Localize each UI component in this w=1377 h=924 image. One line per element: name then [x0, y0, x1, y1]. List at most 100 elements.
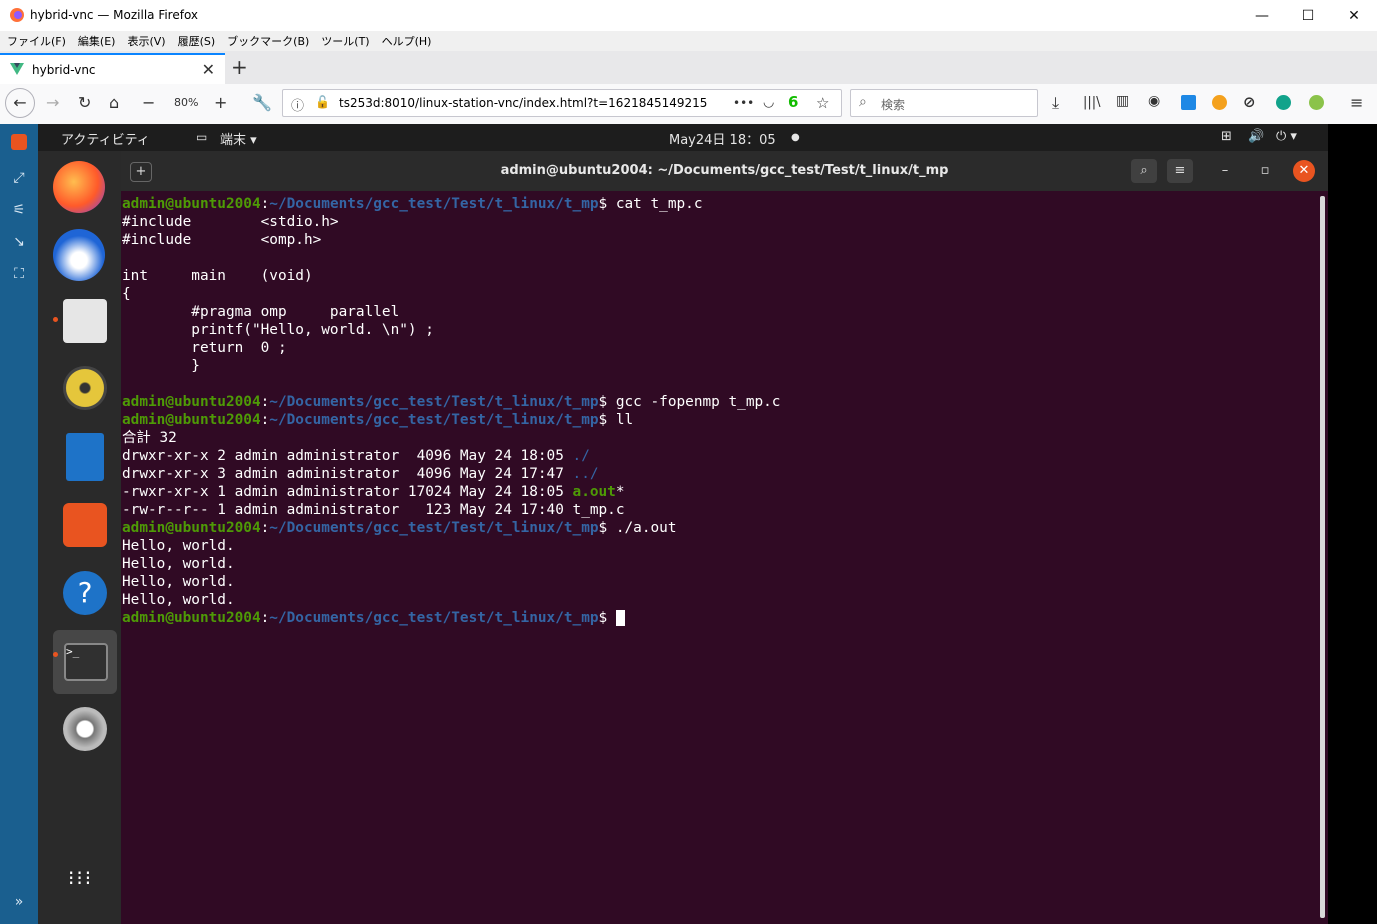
- search-icon: ⌕: [859, 94, 867, 110]
- terminal-minimize-button[interactable]: –: [1212, 159, 1238, 183]
- terminal-scrollbar[interactable]: [1320, 196, 1325, 918]
- terminal-prompt-line: admin@ubuntu2004:~/Documents/gcc_test/Te…: [122, 609, 780, 627]
- hamburger-menu-icon[interactable]: ≡: [1350, 93, 1363, 112]
- terminal-line: -rwxr-xr-x 1 admin administrator 17024 M…: [122, 484, 625, 500]
- search-placeholder: 検索: [881, 98, 906, 112]
- back-button[interactable]: ←: [5, 88, 35, 118]
- clock[interactable]: May24日 18：05: [669, 129, 776, 148]
- terminal-line: printf("Hello, world. \n") ;: [122, 322, 434, 338]
- bookmark-star-icon[interactable]: ☆: [816, 94, 829, 112]
- terminal-line: admin@ubuntu2004:~/Documents/gcc_test/Te…: [122, 520, 677, 536]
- maximize-button[interactable]: ☐: [1285, 0, 1331, 31]
- terminal-line: admin@ubuntu2004:~/Documents/gcc_test/Te…: [122, 394, 781, 410]
- network-icon[interactable]: ⊞: [1221, 129, 1232, 144]
- firefox-icon: [10, 8, 24, 22]
- power-icon[interactable]: ⏻ ▾: [1276, 129, 1297, 144]
- terminal-line: #include <omp.h>: [122, 232, 322, 248]
- terminal-line: admin@ubuntu2004:~/Documents/gcc_test/Te…: [122, 196, 703, 212]
- pocket-count[interactable]: 6: [788, 93, 798, 111]
- terminal-line: Hello, world.: [122, 574, 235, 590]
- sidebar-icon[interactable]: ▥: [1116, 93, 1129, 109]
- url-bar[interactable]: ⓘ 🔓 ts253d:8010/linux-station-vnc/index.…: [282, 89, 842, 117]
- ubuntu-topbar: アクティビティ ▭ 端末 ▾ May24日 18：05 ● ⊞ 🔊 ⏻ ▾: [38, 124, 1328, 151]
- menu-help[interactable]: ヘルプ(H): [375, 33, 437, 49]
- terminal-maximize-button[interactable]: ▫: [1252, 159, 1278, 183]
- extension-color-icon[interactable]: [1309, 95, 1324, 110]
- extension-cplus-icon[interactable]: [1212, 95, 1227, 110]
- activities-button[interactable]: アクティビティ: [61, 129, 150, 148]
- terminal-line: #include <stdio.h>: [122, 214, 339, 230]
- files-dock-icon[interactable]: [63, 299, 107, 343]
- insecure-lock-icon[interactable]: 🔓: [315, 95, 330, 109]
- terminal-line: drwxr-xr-x 3 admin administrator 4096 Ma…: [122, 466, 599, 482]
- reload-icon[interactable]: ↻: [78, 93, 91, 112]
- volume-icon[interactable]: 🔊: [1248, 129, 1264, 144]
- menu-bookmarks[interactable]: ブックマーク(B): [220, 33, 314, 49]
- extension-bi-icon[interactable]: [1181, 95, 1196, 110]
- home-icon[interactable]: ⌂: [109, 93, 119, 112]
- ubuntu-dock: ? >_ ⁝⁝⁝: [38, 151, 121, 924]
- drag-icon[interactable]: ⤢: [9, 170, 29, 190]
- running-indicator: [53, 652, 58, 657]
- wrench-icon[interactable]: 🔧: [252, 93, 272, 112]
- vue-icon: [10, 63, 24, 75]
- terminal-line: Hello, world.: [122, 538, 235, 554]
- tab-close-icon[interactable]: ✕: [202, 60, 215, 79]
- terminal-line: Hello, world.: [122, 556, 235, 572]
- tab-hybrid-vnc[interactable]: hybrid-vnc ✕: [0, 53, 225, 84]
- terminal-close-button[interactable]: ✕: [1293, 160, 1315, 182]
- show-apps-icon[interactable]: ⁝⁝⁝: [68, 868, 93, 888]
- terminal-search-icon[interactable]: ⌕: [1131, 159, 1157, 183]
- forward-button[interactable]: →: [46, 93, 59, 112]
- text-cursor: [615, 610, 625, 626]
- extension-a-icon[interactable]: [1276, 95, 1291, 110]
- account-icon[interactable]: ◉: [1148, 93, 1160, 109]
- menu-history[interactable]: 履歴(S): [171, 33, 221, 49]
- terminal-dock-icon[interactable]: >_: [64, 643, 108, 681]
- app-menu[interactable]: 端末 ▾: [220, 129, 257, 148]
- terminal-menu-icon[interactable]: ≡: [1167, 159, 1193, 183]
- terminal-line: }: [122, 358, 200, 374]
- downloads-icon[interactable]: ⤓: [1052, 93, 1059, 113]
- firefox-dock-icon[interactable]: [53, 161, 105, 213]
- menu-file[interactable]: ファイル(F): [0, 33, 71, 49]
- help-dock-icon[interactable]: ?: [63, 571, 107, 615]
- search-field[interactable]: ⌕ 検索: [850, 89, 1038, 117]
- zoom-level[interactable]: 80%: [174, 96, 198, 109]
- menu-edit[interactable]: 編集(E): [71, 33, 121, 49]
- writer-dock-icon[interactable]: [66, 433, 104, 481]
- settings-dock-icon[interactable]: [63, 707, 107, 751]
- zoom-in-button[interactable]: +: [214, 93, 227, 112]
- page-actions-button[interactable]: •••: [733, 96, 754, 110]
- tab-label: hybrid-vnc: [32, 63, 96, 77]
- fullscreen-icon[interactable]: ⛶: [9, 266, 29, 286]
- new-tab-button[interactable]: +: [231, 55, 248, 79]
- software-dock-icon[interactable]: [63, 503, 107, 547]
- vnc-toolbar: ⤢ ⚟ ↘ ⛶ »: [0, 124, 38, 924]
- menu-view[interactable]: 表示(V): [120, 33, 170, 49]
- terminal-line: int main (void): [122, 268, 313, 284]
- terminal-app-icon: ▭: [196, 130, 208, 144]
- minimize-button[interactable]: —: [1239, 0, 1285, 31]
- close-window-button[interactable]: ✕: [1331, 0, 1377, 31]
- info-icon[interactable]: ⓘ: [291, 95, 304, 114]
- zoom-out-button[interactable]: −: [142, 93, 155, 112]
- expand-toolbar-icon[interactable]: »: [9, 894, 29, 914]
- rhythmbox-dock-icon[interactable]: [63, 366, 107, 410]
- notification-dot: ●: [791, 132, 800, 143]
- terminal-line: 合計 32: [122, 430, 177, 446]
- tab-bar: hybrid-vnc ✕ +: [0, 51, 1377, 84]
- menu-tools[interactable]: ツール(T): [314, 33, 374, 49]
- ubuntu-logo-icon[interactable]: [11, 134, 27, 150]
- thunderbird-dock-icon[interactable]: [53, 229, 105, 281]
- terminal-line: {: [122, 286, 131, 302]
- library-icon[interactable]: |||\: [1083, 95, 1101, 110]
- scale-icon[interactable]: ↘: [9, 234, 29, 254]
- block-icon[interactable]: ⊘: [1243, 93, 1256, 111]
- settings-sliders-icon[interactable]: ⚟: [9, 202, 29, 222]
- url-text[interactable]: ts253d:8010/linux-station-vnc/index.html…: [339, 96, 707, 110]
- pocket-icon[interactable]: ◡: [763, 95, 774, 110]
- terminal-line: drwxr-xr-x 2 admin administrator 4096 Ma…: [122, 448, 590, 464]
- terminal-body[interactable]: admin@ubuntu2004:~/Documents/gcc_test/Te…: [121, 191, 1328, 924]
